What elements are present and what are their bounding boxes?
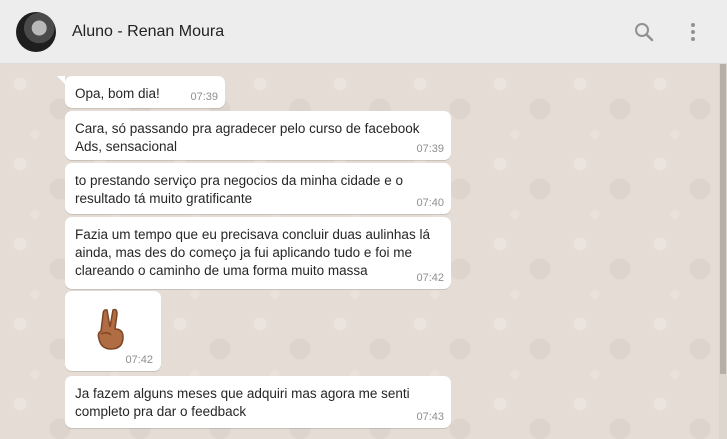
message-text: Fazia um tempo que eu precisava concluir… — [75, 227, 430, 278]
message-time: 07:39 — [416, 143, 444, 155]
avatar[interactable] — [16, 12, 56, 52]
message-time: 07:40 — [416, 197, 444, 209]
message-text: to prestando serviço pra negocios da min… — [75, 173, 403, 206]
message-bubble[interactable]: to prestando serviço pra negocios da min… — [65, 163, 451, 214]
message-text: Ja fazem alguns meses que adquiri mas ag… — [75, 386, 410, 419]
bubble-tail — [57, 76, 65, 84]
chat-header: Aluno - Renan Moura — [0, 0, 727, 64]
message-time: 07:42 — [125, 354, 153, 366]
victory-hand-emoji — [97, 308, 124, 350]
chat-scroll-thumb[interactable] — [720, 64, 726, 374]
message-time: 07:39 — [190, 91, 218, 103]
message-text: Opa, bom dia! — [75, 86, 160, 101]
message-time: 07:42 — [416, 272, 444, 284]
menu-dots-icon[interactable] — [681, 20, 705, 44]
message-bubble[interactable]: Fazia um tempo que eu precisava concluir… — [65, 217, 451, 289]
search-icon[interactable] — [632, 20, 656, 44]
message-text: Cara, só passando pra agradecer pelo cur… — [75, 121, 420, 154]
contact-name[interactable]: Aluno - Renan Moura — [72, 23, 224, 41]
message-time: 07:43 — [416, 411, 444, 423]
message-bubble[interactable]: Ja fazem alguns meses que adquiri mas ag… — [65, 376, 451, 428]
message-bubble[interactable]: Cara, só passando pra agradecer pelo cur… — [65, 111, 451, 160]
message-bubble[interactable]: Opa, bom dia! 07:39 — [57, 76, 225, 108]
sticker-bubble[interactable]: 07:42 — [65, 291, 161, 371]
